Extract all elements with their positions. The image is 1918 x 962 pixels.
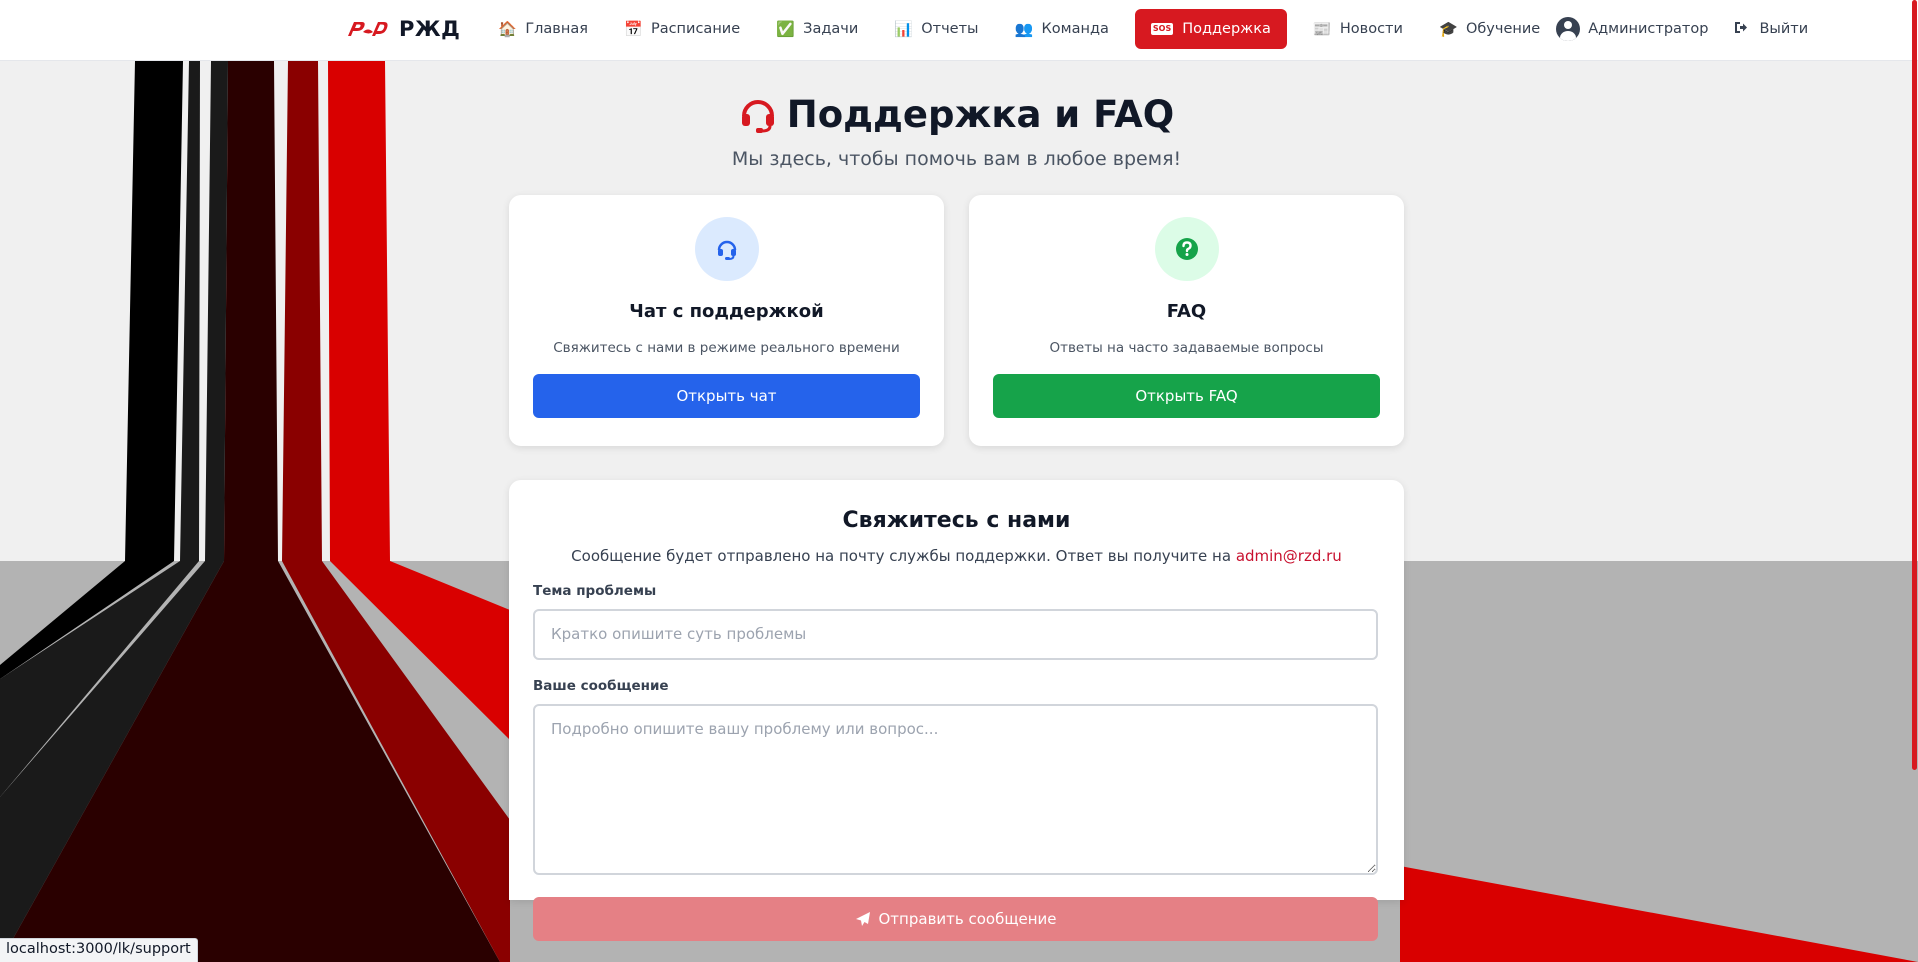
nav-item-schedule[interactable]: 📅 Расписание	[614, 9, 750, 49]
nav-item-label: Поддержка	[1182, 21, 1271, 37]
contact-form: Свяжитесь с нами Сообщение будет отправл…	[509, 479, 1404, 941]
subject-label: Тема проблемы	[533, 582, 657, 599]
nav-item-label: Задачи	[803, 21, 859, 37]
contact-form-subtitle-text: Сообщение будет отправлено на почту служ…	[571, 546, 1232, 565]
people-icon: 👥	[1014, 20, 1034, 38]
nav-item-label: Новости	[1339, 21, 1403, 37]
paper-plane-icon	[855, 911, 870, 926]
faq-icon-circle	[1154, 216, 1219, 281]
newspaper-icon: 📰	[1312, 20, 1332, 38]
nav-item-label: Главная	[525, 21, 588, 37]
message-textarea[interactable]	[533, 703, 1378, 875]
chat-card-title: Чат с поддержкой	[629, 300, 824, 322]
nav-item-home[interactable]: 🏠 Главная	[488, 9, 598, 49]
scrollbar-thumb[interactable]	[1912, 0, 1917, 770]
subject-input[interactable]	[533, 608, 1378, 660]
page-title: Поддержка и FAQ	[739, 93, 1174, 136]
sos-icon: SOS	[1150, 23, 1174, 35]
nav-item-training[interactable]: 🎓 Обучение	[1429, 9, 1550, 49]
rzd-logo-icon	[348, 22, 388, 36]
nav-item-news[interactable]: 📰 Новости	[1303, 9, 1413, 49]
logout-icon	[1732, 20, 1750, 38]
headset-icon	[741, 99, 774, 133]
send-message-button[interactable]: Отправить сообщение	[533, 896, 1378, 941]
nav-item-support[interactable]: SOS Поддержка	[1134, 9, 1287, 49]
nav-item-tasks[interactable]: ✅ Задачи	[766, 9, 868, 49]
top-navbar: РЖД 🏠 Главная 📅 Расписание ✅ Задачи 📊 От…	[0, 0, 1918, 61]
checkmark-icon: ✅	[776, 20, 795, 38]
contact-form-subtitle: Сообщение будет отправлено на почту служ…	[533, 547, 1380, 565]
user-avatar-icon	[1556, 17, 1581, 41]
question-icon	[1175, 237, 1198, 260]
page-title-text: Поддержка и FAQ	[786, 93, 1175, 136]
faq-card: FAQ Ответы на часто задаваемые вопросы О…	[969, 194, 1404, 446]
home-icon: 🏠	[498, 20, 517, 38]
chat-card-description: Свяжитесь с нами в режиме реального врем…	[553, 339, 900, 356]
headset-icon	[717, 240, 736, 260]
bar-chart-icon: 📊	[894, 20, 913, 38]
calendar-icon: 📅	[623, 20, 643, 38]
brand-name: РЖД	[399, 17, 461, 41]
user-name: Администратор	[1588, 21, 1709, 37]
nav-user-menu[interactable]: Администратор	[1556, 9, 1708, 49]
page-subtitle: Мы здесь, чтобы помочь вам в любое время…	[731, 147, 1182, 170]
contact-form-title: Свяжитесь с нами	[842, 507, 1071, 533]
nav-item-label: Команда	[1041, 21, 1109, 37]
brand[interactable]: РЖД	[346, 17, 460, 41]
support-options: Чат с поддержкой Свяжитесь с нами в режи…	[509, 194, 1404, 446]
graduation-cap-icon: 🎓	[1438, 20, 1458, 38]
page-header: Поддержка и FAQ Мы здесь, чтобы помочь в…	[509, 61, 1404, 170]
chat-icon-circle	[694, 216, 759, 281]
nav-item-label: Отчеты	[921, 21, 979, 37]
page-scrollbar[interactable]	[1910, 0, 1918, 962]
nav-item-label: Обучение	[1465, 21, 1541, 37]
open-faq-button[interactable]: Открыть FAQ	[993, 373, 1380, 418]
message-label: Ваше сообщение	[533, 677, 669, 694]
nav-item-team[interactable]: 👥 Команда	[1005, 9, 1119, 49]
open-chat-button[interactable]: Открыть чат	[533, 373, 920, 418]
faq-card-title: FAQ	[1166, 300, 1207, 322]
send-message-label: Отправить сообщение	[878, 909, 1057, 928]
status-bar-url: localhost:3000/lk/support	[0, 938, 198, 962]
chat-card: Чат с поддержкой Свяжитесь с нами в режи…	[509, 194, 944, 446]
logout-label: Выйти	[1759, 21, 1809, 37]
nav-item-label: Расписание	[650, 21, 741, 37]
main-content: Поддержка и FAQ Мы здесь, чтобы помочь в…	[509, 61, 1404, 941]
logout-button[interactable]: Выйти	[1722, 9, 1818, 49]
nav-item-reports[interactable]: 📊 Отчеты	[884, 9, 988, 49]
faq-card-description: Ответы на часто задаваемые вопросы	[1049, 339, 1324, 356]
support-email-link[interactable]: admin@rzd.ru	[1236, 547, 1342, 565]
